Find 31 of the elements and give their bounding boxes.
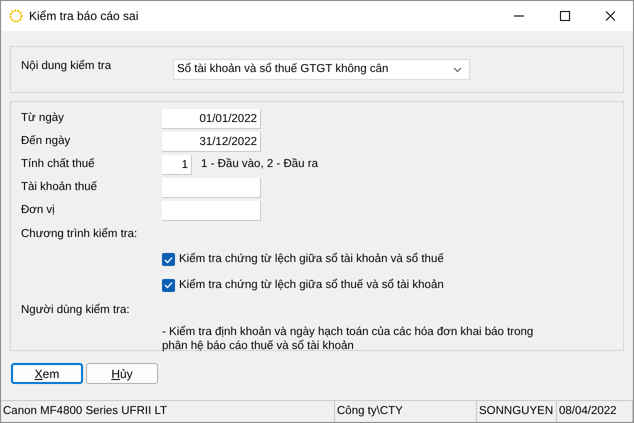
- field-label: Từ ngày: [21, 111, 65, 126]
- input-field[interactable]: [162, 201, 261, 221]
- button[interactable]: Hủy: [86, 363, 158, 384]
- section-label: Chương trình kiểm tra:: [21, 226, 138, 242]
- maximize-icon[interactable]: [558, 11, 570, 21]
- status-text: 08/04/2022: [557, 401, 633, 422]
- input-field[interactable]: 31/12/2022: [162, 132, 261, 152]
- status-text: Công ty\CTY: [335, 401, 477, 422]
- field-label: Đơn vị: [21, 203, 56, 218]
- description-text: - Kiểm tra định khoản và ngày hạch toán của các hóa đơn khai báo trong phân hệ báo cáo thuế và sổ tài khoản: [162, 325, 534, 353]
- checkbox[interactable]: [162, 253, 175, 266]
- hint-text: 1 - Đầu vào, 2 - Đầu ra: [201, 157, 318, 172]
- input-field[interactable]: 01/01/2022: [162, 109, 261, 129]
- field-label: Đến ngày: [21, 134, 72, 150]
- checkbox-label: Kiểm tra chứng từ lệch giữa sổ thuế và sổ tài khoản: [179, 278, 444, 292]
- app-icon: [9, 9, 23, 23]
- section-label: Người dùng kiểm tra:: [21, 302, 131, 318]
- status-text: SONNGUYEN: [477, 401, 557, 422]
- content-dropdown[interactable]: Sổ tài khoản và sổ thuế GTGT không cân: [173, 59, 470, 80]
- field-label: Tài khoản thuế: [21, 180, 98, 196]
- status-text: Canon MF4800 Series UFRII LT: [1, 401, 335, 422]
- close-icon[interactable]: [604, 11, 616, 21]
- input-field[interactable]: 1: [162, 155, 192, 175]
- field-label: Tính chất thuế: [21, 157, 96, 172]
- field-label: Nội dung kiểm tra: [21, 58, 112, 74]
- chevron-down-icon: [453, 66, 462, 72]
- checkbox[interactable]: [162, 278, 175, 292]
- window-title: Kiểm tra báo cáo sai: [29, 8, 138, 25]
- checkbox-label: Kiểm tra chứng từ lệch giữa sổ tài khoản và sổ thuế: [179, 252, 444, 268]
- button[interactable]: Xem: [11, 363, 83, 384]
- input-field[interactable]: [162, 178, 261, 198]
